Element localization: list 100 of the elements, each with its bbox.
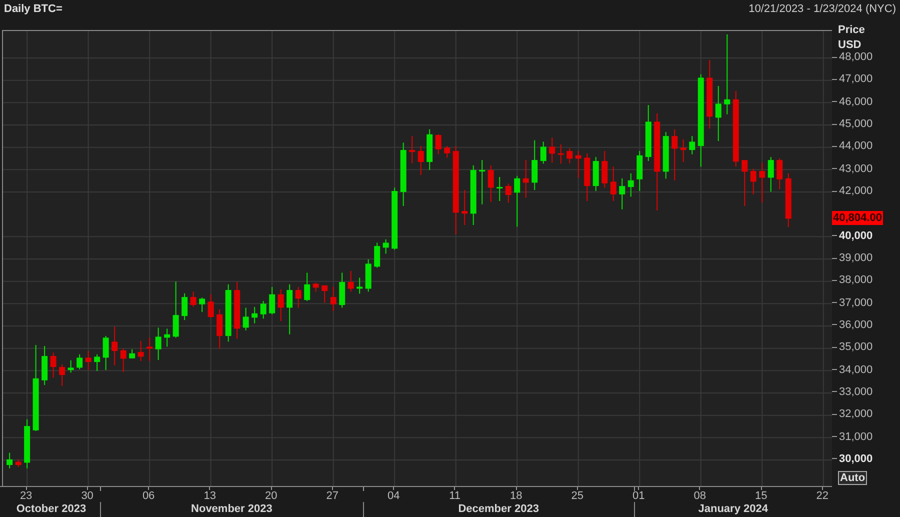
candlestick: [42, 346, 48, 386]
candlestick: [426, 128, 433, 170]
price-label: 32,000: [839, 407, 873, 422]
date-label: 23: [20, 490, 32, 502]
candlestick: [164, 328, 170, 348]
candlestick: [374, 242, 380, 268]
candlestick: [672, 128, 678, 181]
candlestick: [172, 281, 179, 338]
candlestick: [102, 336, 109, 370]
candlestick: [566, 148, 573, 164]
candlestick: [715, 86, 722, 142]
candlestick: [706, 60, 713, 130]
price-label: 39,000: [839, 251, 873, 265]
candlestick: [348, 270, 354, 292]
candlestick: [750, 168, 756, 195]
price-label: 48,000: [839, 50, 873, 64]
candlestick: [24, 418, 30, 469]
candlestick: [592, 156, 599, 192]
candlestick: [584, 152, 590, 202]
date-label: 01: [632, 490, 645, 502]
candlestick: [120, 348, 126, 373]
candlestick: [382, 238, 389, 254]
price-label: 46,000: [839, 94, 873, 109]
candlestick: [400, 142, 406, 206]
price-label: 44,000: [839, 139, 873, 154]
date-label: 06: [142, 490, 155, 502]
candlestick: [322, 284, 328, 304]
candlestick: [50, 352, 56, 378]
price-label: 45,000: [839, 117, 873, 131]
auto-button[interactable]: Auto: [838, 471, 868, 485]
candlestick: [286, 284, 293, 335]
candlestick: [112, 326, 118, 366]
candlestick: [496, 176, 503, 202]
candlestick: [392, 187, 398, 250]
candlestick: [76, 354, 83, 370]
price-label: 47,000: [839, 72, 873, 86]
candlestick: [260, 300, 266, 320]
price-label: 38,000: [839, 273, 873, 288]
candlestick: [146, 337, 153, 362]
axis-title: Price: [838, 23, 865, 38]
candlestick: [155, 327, 162, 360]
candlestick: [252, 306, 258, 324]
price-label: 35,000: [839, 340, 873, 354]
chart-title: Daily BTC=: [4, 2, 62, 17]
candlestick: [94, 354, 100, 372]
price-label: 40,000: [839, 228, 873, 243]
candlestick: [558, 144, 564, 164]
date-label: 11: [449, 490, 461, 502]
candlestick: [602, 150, 608, 188]
month-label: November 2023: [190, 503, 274, 516]
candlestick: [444, 146, 450, 158]
candlestick: [689, 136, 696, 155]
candlestick: [418, 146, 424, 176]
candlestick: [365, 258, 372, 292]
candlestick: [225, 284, 232, 342]
date-label: 20: [264, 490, 278, 502]
candlestick: [68, 360, 74, 374]
candlestick: [514, 176, 520, 228]
candlestick: [312, 282, 319, 292]
candlestick: [85, 350, 92, 370]
candlestick: [742, 160, 748, 207]
candlestick: [479, 160, 486, 205]
candlestick: [129, 348, 136, 359]
price-label: 42,000: [839, 184, 873, 198]
candlestick: [549, 137, 556, 164]
price-label: 34,000: [839, 362, 873, 377]
candlestick: [610, 166, 616, 202]
candlestick: [138, 340, 144, 362]
candlestick: [619, 178, 626, 210]
candlestick: [645, 104, 652, 162]
candlestick: [680, 138, 686, 163]
price-label: 31,000: [839, 430, 873, 444]
price-label: 43,000: [839, 162, 873, 176]
candlestick: [234, 282, 240, 340]
candlestick: [505, 183, 512, 204]
last-price-marker: 40,804.00: [832, 210, 883, 225]
candlestick: [759, 162, 766, 204]
candlestick: [662, 132, 669, 180]
candlestick: [776, 158, 783, 190]
date-label: 22: [816, 490, 828, 502]
candlestick: [768, 156, 774, 192]
price-label: 36,000: [839, 318, 873, 332]
month-label: October 2023: [15, 503, 88, 516]
date-label: 13: [204, 490, 216, 502]
candlestick: [59, 364, 66, 387]
candlestick: [190, 291, 196, 308]
candlestick: [785, 172, 792, 228]
candlestick: [409, 136, 416, 164]
candlestick: [330, 286, 336, 312]
candlestick: [636, 150, 643, 192]
candlestick: [339, 272, 346, 308]
candlestick: [199, 297, 206, 313]
price-label: 33,000: [839, 384, 873, 399]
candlestick: [532, 140, 538, 191]
date-label: 27: [326, 490, 338, 502]
month-label: January 2024: [697, 503, 769, 516]
candlestick: [462, 190, 468, 226]
candlestick: [242, 307, 249, 331]
candlestick: [488, 164, 494, 202]
candlestick: [15, 458, 22, 468]
